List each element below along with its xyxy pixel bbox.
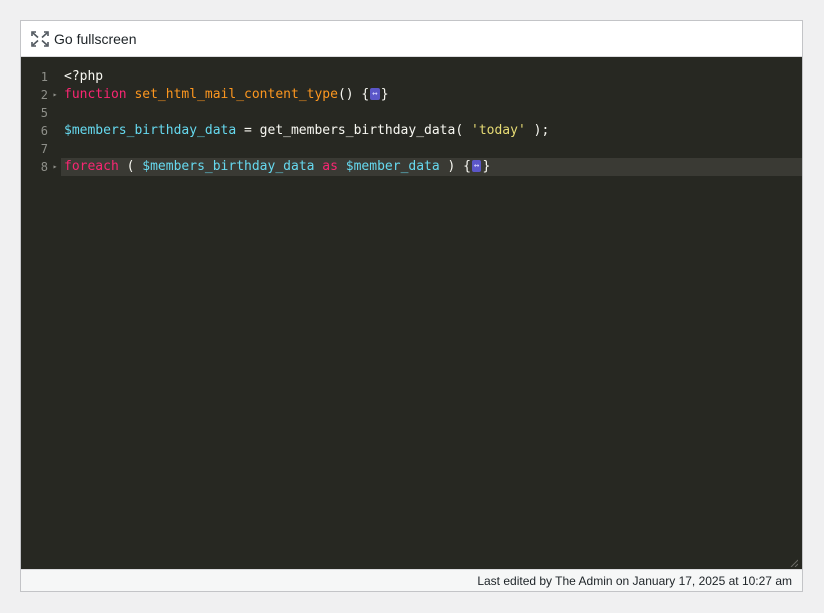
code-token: $members_birthday_data (64, 123, 237, 138)
code-editor-panel: Go fullscreen 1 <?php 2 ▸ function set_html_… (20, 20, 803, 592)
code-line[interactable]: 8 ▸ foreach ( $members_birthday_data as $m… (21, 158, 802, 176)
code-line[interactable]: 6 $members_birthday_data = get_members_bi… (21, 122, 802, 140)
line-number: 2 (40, 88, 48, 102)
line-number: 1 (40, 70, 48, 84)
go-fullscreen-button[interactable]: Go fullscreen (21, 21, 146, 56)
code-text: $members_birthday_data = get_members_bir… (64, 122, 549, 140)
code-text: foreach ( $members_birthday_data as $mem… (64, 158, 490, 176)
code-line[interactable]: 5 (21, 104, 802, 122)
code-token: 'today' (471, 123, 526, 138)
code-token: } (482, 159, 491, 174)
folded-code-icon[interactable]: ↔ (472, 159, 482, 172)
code-token: ); (525, 123, 550, 138)
code-token: $members_birthday_data (142, 159, 315, 174)
folded-code-icon[interactable]: ↔ (370, 87, 380, 100)
code-token: function (64, 87, 127, 102)
code-text: <?php (64, 68, 103, 86)
line-number: 7 (40, 142, 48, 156)
last-edited-status: Last edited by The Admin on January 17, … (477, 573, 792, 588)
code-line[interactable]: 2 ▸ function set_html_mail_content_type() … (21, 86, 802, 104)
code-token: ) { (439, 159, 472, 174)
editor-footer: Last edited by The Admin on January 17, … (21, 569, 802, 591)
fold-toggle-icon[interactable]: ▸ (51, 158, 59, 176)
code-token: } (380, 87, 389, 102)
code-token: foreach (64, 159, 119, 174)
line-number: 6 (40, 124, 48, 138)
code-token: set_html_mail_content_type (134, 87, 338, 102)
line-number: 8 (40, 160, 48, 174)
editor-toolbar: Go fullscreen (21, 21, 802, 57)
line-number: 5 (40, 106, 48, 120)
code-text: function set_html_mail_content_type() {↔… (64, 86, 389, 104)
code-token: <?php (64, 69, 104, 84)
code-token: $member_data (345, 159, 440, 174)
code-token: () { (337, 87, 370, 102)
code-token: = get_members_birthday_data( (236, 123, 471, 138)
code-token: as (322, 159, 338, 174)
code-line[interactable]: 7 (21, 140, 802, 158)
code-token: ( (118, 159, 143, 174)
go-fullscreen-label: Go fullscreen (54, 30, 137, 47)
fold-toggle-icon[interactable]: ▸ (51, 86, 59, 104)
code-line[interactable]: 1 <?php (21, 68, 802, 86)
fullscreen-icon (31, 30, 54, 47)
code-area[interactable]: 1 <?php 2 ▸ function set_html_mail_content_t… (21, 57, 802, 571)
resize-handle-icon[interactable] (790, 559, 798, 567)
